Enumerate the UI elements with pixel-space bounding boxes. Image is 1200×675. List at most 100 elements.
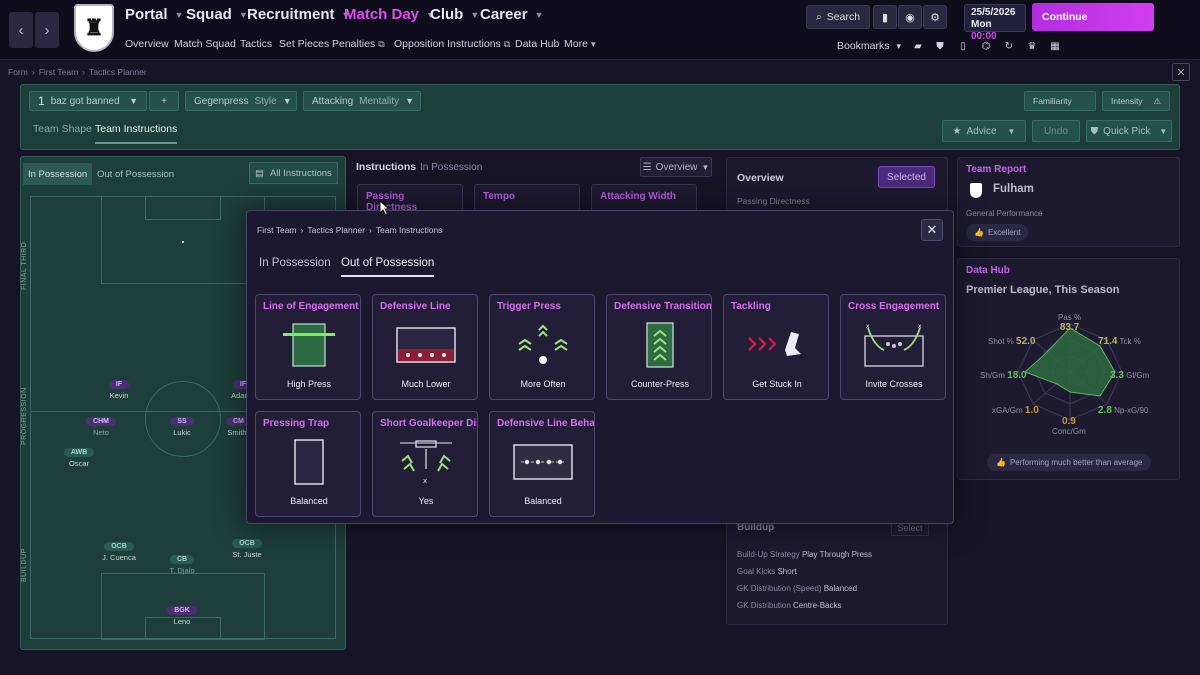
bg-card-tempo[interactable]: Tempo <box>474 184 580 212</box>
player-smith[interactable]: CM Smith <box>226 414 248 437</box>
metric-gl-gm: 3.3 Gl/Gm <box>1110 370 1150 381</box>
metric-sh-gm: Sh/Gm 18.0 <box>980 370 1027 381</box>
card-short-goalkeeper-distribution[interactable]: Short Goalkeeper Distribution x Yes <box>372 411 478 517</box>
submenu-overview[interactable]: Overview <box>125 38 169 50</box>
chevron-down-icon: ▼ <box>405 96 415 106</box>
thumbs-up-icon: 👍 <box>974 228 984 237</box>
card-tackling[interactable]: Tackling Get Stuck In <box>723 294 829 400</box>
card-line-of-engagement[interactable]: Line of Engagement High Press <box>255 294 361 400</box>
zone-final-third: FINAL THIRD <box>21 241 28 290</box>
continue-button[interactable]: Continue <box>1032 3 1154 31</box>
forward-button[interactable]: › <box>35 12 59 48</box>
card-defensive-transition[interactable]: Defensive Transition Counter-Press <box>606 294 712 400</box>
data-hub-subtitle: Premier League, This Season <box>966 284 1120 296</box>
team-report-title[interactable]: Team Report <box>966 164 1026 175</box>
bookmarks-button[interactable]: Bookmarks ▾ <box>837 40 901 52</box>
quick-pick-button[interactable]: ⛊ Quick Pick ▼ <box>1086 120 1172 142</box>
chevron-right-icon: › <box>44 21 50 39</box>
instructions-subtitle: In Possession <box>420 162 483 173</box>
team-instructions-modal: First Team › Tactics Planner › Team Instru… <box>246 210 954 524</box>
submenu-penalties[interactable]: Penalties ⧉ <box>332 38 385 50</box>
page-close-button[interactable]: ✕ <box>1172 63 1190 81</box>
trigger-press-icon <box>518 324 568 364</box>
help-button[interactable]: ◉ <box>898 5 922 29</box>
card-defensive-line-behaviour[interactable]: Defensive Line Behaviour Balanced <box>489 411 595 517</box>
bg-card-passing-directness[interactable]: Passing Directness <box>357 184 463 213</box>
tab-pitch-out-of-possession[interactable]: Out of Possession <box>92 163 179 185</box>
performance-footer-badge: 👍 Performing much better than average <box>987 454 1152 471</box>
menu-recruitment[interactable]: Recruitment ▼ <box>247 6 350 23</box>
list-icon: ☰ <box>642 161 652 173</box>
card-pressing-trap[interactable]: Pressing Trap Balanced <box>255 411 361 517</box>
back-button[interactable]: ‹ <box>9 12 33 48</box>
card-trigger-press[interactable]: Trigger Press More Often <box>489 294 595 400</box>
player-kevin[interactable]: IF Kevin <box>96 377 142 400</box>
undo-button[interactable]: Undo <box>1032 120 1080 142</box>
list-item: GK Distribution Centre-Backs <box>737 601 842 610</box>
bookmark-button[interactable]: ▮ <box>873 5 897 29</box>
top-18-yard-box <box>101 196 265 284</box>
style-selector[interactable]: Gegenpress Style ▼ <box>185 91 297 111</box>
tab-in-possession[interactable]: In Possession <box>259 257 331 269</box>
menu-career[interactable]: Career ▼ <box>480 6 543 23</box>
player-neto[interactable]: CHM Neto <box>78 414 124 437</box>
tab-pitch-in-possession[interactable]: In Possession <box>23 163 93 185</box>
inbox-icon[interactable]: ▰ <box>911 40 925 53</box>
submenu-more[interactable]: More ▾ <box>564 38 595 50</box>
chevron-left-icon: ‹ <box>18 21 24 39</box>
card-defensive-line[interactable]: Defensive Line Much Lower <box>372 294 478 400</box>
external-link-icon: ⧉ <box>503 38 511 49</box>
player-djalo[interactable]: CB T. Djalo <box>160 552 204 575</box>
calendar-icon[interactable]: ▦ <box>1048 40 1062 53</box>
tab-out-of-possession[interactable]: Out of Possession <box>341 257 435 277</box>
intensity-meter[interactable]: Intensity ⚠ <box>1102 91 1170 111</box>
list-item: Goal Kicks Short <box>737 567 797 576</box>
hierarchy-icon[interactable]: ⌬ <box>979 40 993 53</box>
warning-icon: ⚠ <box>1153 95 1161 106</box>
advice-button[interactable]: ★ Advice ▼ <box>942 120 1026 142</box>
phone-icon[interactable]: ▯ <box>956 40 970 53</box>
player-leno[interactable]: BGK Leno <box>160 603 204 626</box>
player-st-juste[interactable]: OCB St. Juste <box>224 536 270 559</box>
breadcrumb: Form › First Team › Tactics Planner <box>8 67 147 77</box>
submenu-set-pieces[interactable]: Set Pieces <box>279 38 329 50</box>
menu-match-day[interactable]: Match Day ▼ <box>344 6 435 23</box>
mentality-selector[interactable]: Attacking Mentality ▼ <box>303 91 421 111</box>
defensive-transition-icon <box>646 322 674 368</box>
tab-team-shape[interactable]: Team Shape <box>33 123 92 135</box>
chevron-down-icon: ▼ <box>1007 126 1016 136</box>
settings-button[interactable]: ⚙ <box>923 5 947 29</box>
trophy-icon[interactable]: ♛ <box>1025 40 1039 53</box>
menu-squad[interactable]: Squad ▼ <box>186 6 248 23</box>
selected-toggle-button[interactable]: Selected <box>878 166 935 188</box>
submenu-data-hub[interactable]: Data Hub <box>515 38 559 50</box>
submenu-match-squad[interactable]: Match Squad <box>174 38 236 50</box>
chevron-down-icon: ▼ <box>174 9 184 20</box>
shirt-icon[interactable]: ⛊ <box>933 40 947 53</box>
player-lukic[interactable]: SS Lukic <box>160 414 204 437</box>
card-cross-engagement[interactable]: Cross Engagement x x Invite Crosses <box>840 294 946 400</box>
player-oscar[interactable]: AWB Oscar <box>56 445 102 468</box>
familiarity-meter[interactable]: Familiarity <box>1024 91 1096 111</box>
menu-portal[interactable]: Portal ▼ <box>125 6 183 23</box>
club-crest[interactable]: ♜ <box>74 4 114 52</box>
search-button[interactable]: ⌕ Search <box>806 5 870 29</box>
fulham-crest-icon: ♜ <box>84 15 104 41</box>
menu-club[interactable]: Club ▼ <box>430 6 479 23</box>
submenu-opposition-instructions[interactable]: Opposition Instructions ⧉ <box>394 38 510 50</box>
data-hub-title[interactable]: Data Hub <box>966 265 1010 276</box>
tab-team-instructions[interactable]: Team Instructions <box>95 123 178 144</box>
player-cuenca[interactable]: OCB J. Cuenca <box>96 539 142 562</box>
modal-close-button[interactable]: ✕ <box>921 219 943 241</box>
chevron-down-icon: ▼ <box>282 96 292 106</box>
add-tactic-button[interactable]: + <box>149 91 179 111</box>
submenu-tactics[interactable]: Tactics <box>240 38 272 50</box>
view-selector[interactable]: ☰ Overview ▼ <box>640 157 712 177</box>
bg-card-attacking-width[interactable]: Attacking Width <box>591 184 697 212</box>
svg-text:x: x <box>918 323 922 330</box>
tactic-selector[interactable]: 1 baz got banned ▼ <box>29 91 147 111</box>
thumbs-up-icon: 👍 <box>996 458 1006 467</box>
all-instructions-button[interactable]: ▤ All Instructions <box>249 162 338 184</box>
team-report-panel: Team Report Fulham General Performance 👍… <box>957 157 1180 247</box>
refresh-icon[interactable]: ↻ <box>1002 40 1016 53</box>
